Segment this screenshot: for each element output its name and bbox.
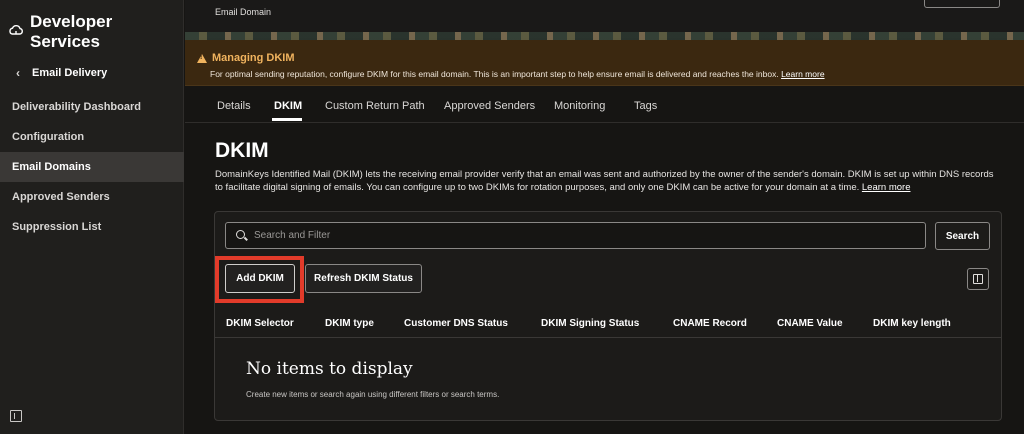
search-button[interactable]: Search	[935, 222, 990, 250]
tab-approved-senders[interactable]: Approved Senders	[444, 100, 535, 112]
dkim-warning-banner: Managing DKIM For optimal sending reputa…	[185, 40, 1024, 86]
sidebar-item-configuration[interactable]: Configuration	[0, 122, 184, 152]
search-input[interactable]: Search and Filter	[225, 222, 926, 249]
warning-icon	[197, 53, 207, 63]
active-tab-indicator	[272, 118, 302, 121]
cloud-icon	[8, 22, 24, 43]
tab-dkim[interactable]: DKIM	[274, 100, 302, 112]
banner-title-text: Managing DKIM	[212, 52, 295, 64]
sidebar-nav: Deliverability Dashboard Configuration E…	[0, 92, 184, 242]
sidebar-item-approved-senders[interactable]: Approved Senders	[0, 182, 184, 212]
back-to-email-delivery[interactable]: ‹ Email Delivery	[16, 66, 107, 80]
tab-tags[interactable]: Tags	[634, 100, 657, 112]
dkim-description: DomainKeys Identified Mail (DKIM) lets t…	[215, 168, 1003, 194]
header-decoration	[185, 32, 1024, 40]
resource-type-label: Email Domain	[215, 7, 272, 17]
table-header-divider	[215, 337, 1001, 338]
column-header-dkim-type[interactable]: DKIM type	[325, 318, 374, 329]
tab-bar: Details DKIM Custom Return Path Approved…	[185, 87, 1024, 123]
search-icon	[236, 230, 245, 239]
page-title: DKIM	[215, 139, 269, 162]
column-header-dkim-signing-status[interactable]: DKIM Signing Status	[541, 318, 639, 329]
chevron-left-icon: ‹	[16, 66, 20, 80]
sidebar-item-suppression-list[interactable]: Suppression List	[0, 212, 184, 242]
columns-icon	[973, 274, 983, 284]
add-dkim-highlight	[215, 256, 304, 303]
empty-state-title: No items to display	[246, 359, 413, 379]
banner-message: For optimal sending reputation, configur…	[210, 69, 779, 79]
column-header-dkim-key-length[interactable]: DKIM key length	[873, 318, 951, 329]
back-label: Email Delivery	[32, 67, 108, 79]
banner-text: For optimal sending reputation, configur…	[210, 69, 825, 79]
description-learn-more-link[interactable]: Learn more	[862, 182, 911, 193]
refresh-dkim-status-button[interactable]: Refresh DKIM Status	[305, 264, 422, 293]
column-header-cname-value[interactable]: CNAME Value	[777, 318, 843, 329]
column-header-customer-dns-status[interactable]: Customer DNS Status	[404, 318, 508, 329]
header-action-button[interactable]	[924, 0, 1000, 8]
brand[interactable]: Developer Services	[8, 12, 183, 52]
collapse-sidebar-icon[interactable]	[10, 410, 22, 422]
sidebar-item-deliverability-dashboard[interactable]: Deliverability Dashboard	[0, 92, 184, 122]
tab-monitoring[interactable]: Monitoring	[554, 100, 605, 112]
sidebar: Developer Services ‹ Email Delivery Deli…	[0, 0, 184, 434]
tab-custom-return-path[interactable]: Custom Return Path	[325, 100, 425, 112]
brand-title: Developer Services	[30, 12, 113, 51]
column-header-cname-record[interactable]: CNAME Record	[673, 318, 747, 329]
empty-state-subtitle: Create new items or search again using d…	[246, 390, 500, 399]
tab-details[interactable]: Details	[217, 100, 251, 112]
banner-learn-more-link[interactable]: Learn more	[781, 69, 824, 79]
manage-columns-button[interactable]	[967, 268, 989, 290]
column-header-dkim-selector[interactable]: DKIM Selector	[226, 318, 294, 329]
banner-title: Managing DKIM	[197, 52, 295, 64]
sidebar-item-email-domains[interactable]: Email Domains	[0, 152, 184, 182]
search-placeholder: Search and Filter	[254, 230, 331, 241]
